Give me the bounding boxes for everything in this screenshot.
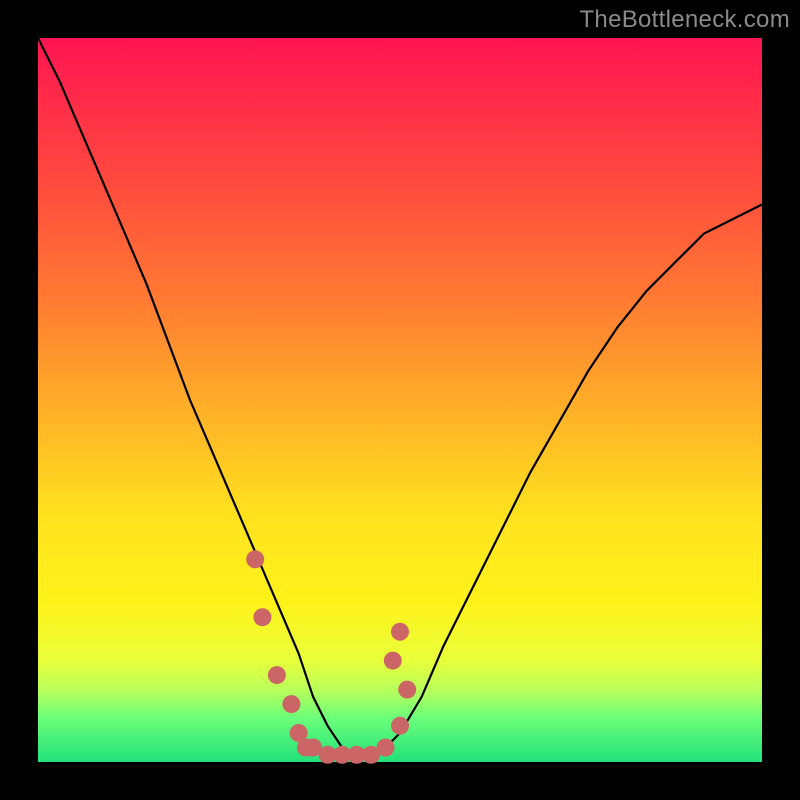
highlight-dot: [282, 695, 300, 713]
plot-area: [38, 38, 762, 762]
highlight-dot: [391, 717, 409, 735]
highlight-dot: [268, 666, 286, 684]
highlight-dot: [253, 608, 271, 626]
chart-stage: TheBottleneck.com: [0, 0, 800, 800]
highlight-dot: [246, 550, 264, 568]
highlight-dot: [398, 681, 416, 699]
watermark-text: TheBottleneck.com: [579, 6, 790, 34]
highlight-dot: [384, 652, 402, 670]
highlight-dot: [377, 739, 395, 757]
curve-layer: [38, 38, 762, 762]
bottleneck-curve: [38, 38, 762, 755]
highlight-dot: [391, 623, 409, 641]
